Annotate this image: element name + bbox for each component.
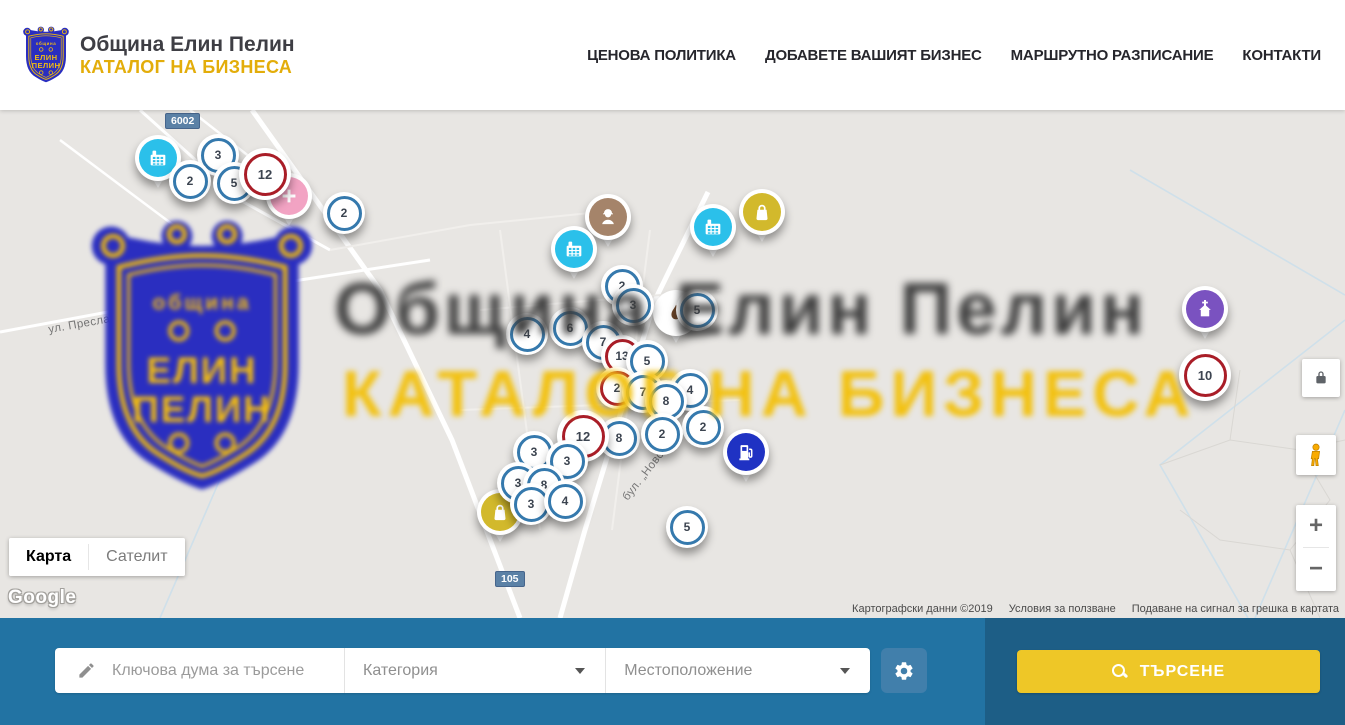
search-button-label: ТЪРСЕНЕ <box>1140 663 1225 681</box>
map-cluster-marker[interactable]: 3 <box>612 284 654 326</box>
filter-box: Категория Местоположение <box>55 648 870 693</box>
pegman-icon <box>1303 442 1329 468</box>
svg-text:община: община <box>36 41 57 46</box>
nav-route-schedule[interactable]: МАРШРУТНО РАЗПИСАНИЕ <box>1011 47 1214 64</box>
zoom-out-button[interactable]: − <box>1296 548 1336 590</box>
map-type-map-button[interactable]: Карта <box>9 538 88 576</box>
nav-add-your-business[interactable]: ДОБАВЕТЕ ВАШИЯТ БИЗНЕС <box>765 47 982 64</box>
chevron-down-icon <box>840 668 850 674</box>
pegman-button[interactable] <box>1296 435 1336 475</box>
search-icon <box>1112 664 1128 680</box>
nav-pricing-policy[interactable]: ЦЕНОВА ПОЛИТИКА <box>587 47 736 64</box>
map-cluster-marker[interactable]: 2 <box>682 406 724 448</box>
search-button[interactable]: ТЪРСЕНЕ <box>1017 650 1320 693</box>
attribution-copyright: Картографски данни ©2019 <box>852 603 993 615</box>
location-select-label: Местоположение <box>624 662 752 680</box>
map-cluster-marker[interactable]: 12 <box>239 148 291 200</box>
map-cluster-marker[interactable]: 5 <box>666 506 708 548</box>
map-markers-layer: 325122235647135274828212333834510 <box>0 110 1345 618</box>
map-cluster-marker[interactable]: 2 <box>169 160 211 202</box>
advanced-settings-button[interactable] <box>881 648 927 693</box>
map-pin-factory[interactable] <box>551 226 597 288</box>
svg-text:ПЕЛИН: ПЕЛИН <box>32 61 61 70</box>
keyword-input[interactable] <box>110 661 344 681</box>
search-bar: Категория Местоположение ТЪРСЕНЕ <box>0 618 1345 725</box>
category-select[interactable]: Категория <box>345 648 606 693</box>
map-pin-bag[interactable] <box>739 189 785 251</box>
site-subtitle: КАТАЛОГ НА БИЗНЕСА <box>80 57 295 78</box>
chevron-down-icon <box>575 668 585 674</box>
map-cluster-marker[interactable]: 2 <box>641 413 683 455</box>
keyword-field <box>55 648 345 693</box>
site-logo-link[interactable]: община ЕЛИН ПЕЛИН Община Елин Пелин КАТА… <box>22 25 295 85</box>
header: община ЕЛИН ПЕЛИН Община Елин Пелин КАТА… <box>0 0 1345 110</box>
map-cluster-marker[interactable]: 2 <box>323 192 365 234</box>
map-type-satellite-button[interactable]: Сателит <box>89 538 184 576</box>
category-select-label: Категория <box>363 662 438 680</box>
map-cluster-marker[interactable]: 5 <box>676 289 718 331</box>
lock-button[interactable] <box>1302 359 1340 397</box>
site-title: Община Елин Пелин <box>80 33 295 57</box>
map-cluster-marker[interactable]: 10 <box>1179 349 1231 401</box>
zoom-in-button[interactable]: + <box>1296 505 1336 547</box>
lock-icon <box>1313 370 1329 386</box>
map-canvas[interactable]: ул. Преславбул. „Новосел 6002105 3251222… <box>0 110 1345 618</box>
map-pin-factory[interactable] <box>690 204 736 266</box>
map-type-control: Карта Сателит <box>9 538 185 576</box>
municipality-crest-icon: община ЕЛИН ПЕЛИН <box>22 25 70 85</box>
map-cluster-marker[interactable]: 4 <box>544 480 586 522</box>
pencil-icon <box>77 661 96 680</box>
main-nav: ЦЕНОВА ПОЛИТИКА ДОБАВЕТЕ ВАШИЯТ БИЗНЕС М… <box>587 47 1321 64</box>
map-pin-fuel[interactable] <box>723 429 769 491</box>
zoom-control: + − <box>1296 505 1336 591</box>
google-logo[interactable]: Google <box>8 587 76 609</box>
map-cluster-marker[interactable]: 4 <box>506 313 548 355</box>
map-pin-church[interactable] <box>1182 286 1228 348</box>
gear-icon <box>893 660 915 682</box>
terms-of-use-link[interactable]: Условия за ползване <box>1009 603 1116 615</box>
map-attribution: Картографски данни ©2019 Условия за полз… <box>852 603 1339 615</box>
nav-contacts[interactable]: КОНТАКТИ <box>1242 47 1321 64</box>
page: община ЕЛИН ПЕЛИН Община Елин Пелин КАТА… <box>0 0 1345 725</box>
location-select[interactable]: Местоположение <box>606 648 870 693</box>
report-map-error-link[interactable]: Подаване на сигнал за грешка в картата <box>1132 603 1339 615</box>
